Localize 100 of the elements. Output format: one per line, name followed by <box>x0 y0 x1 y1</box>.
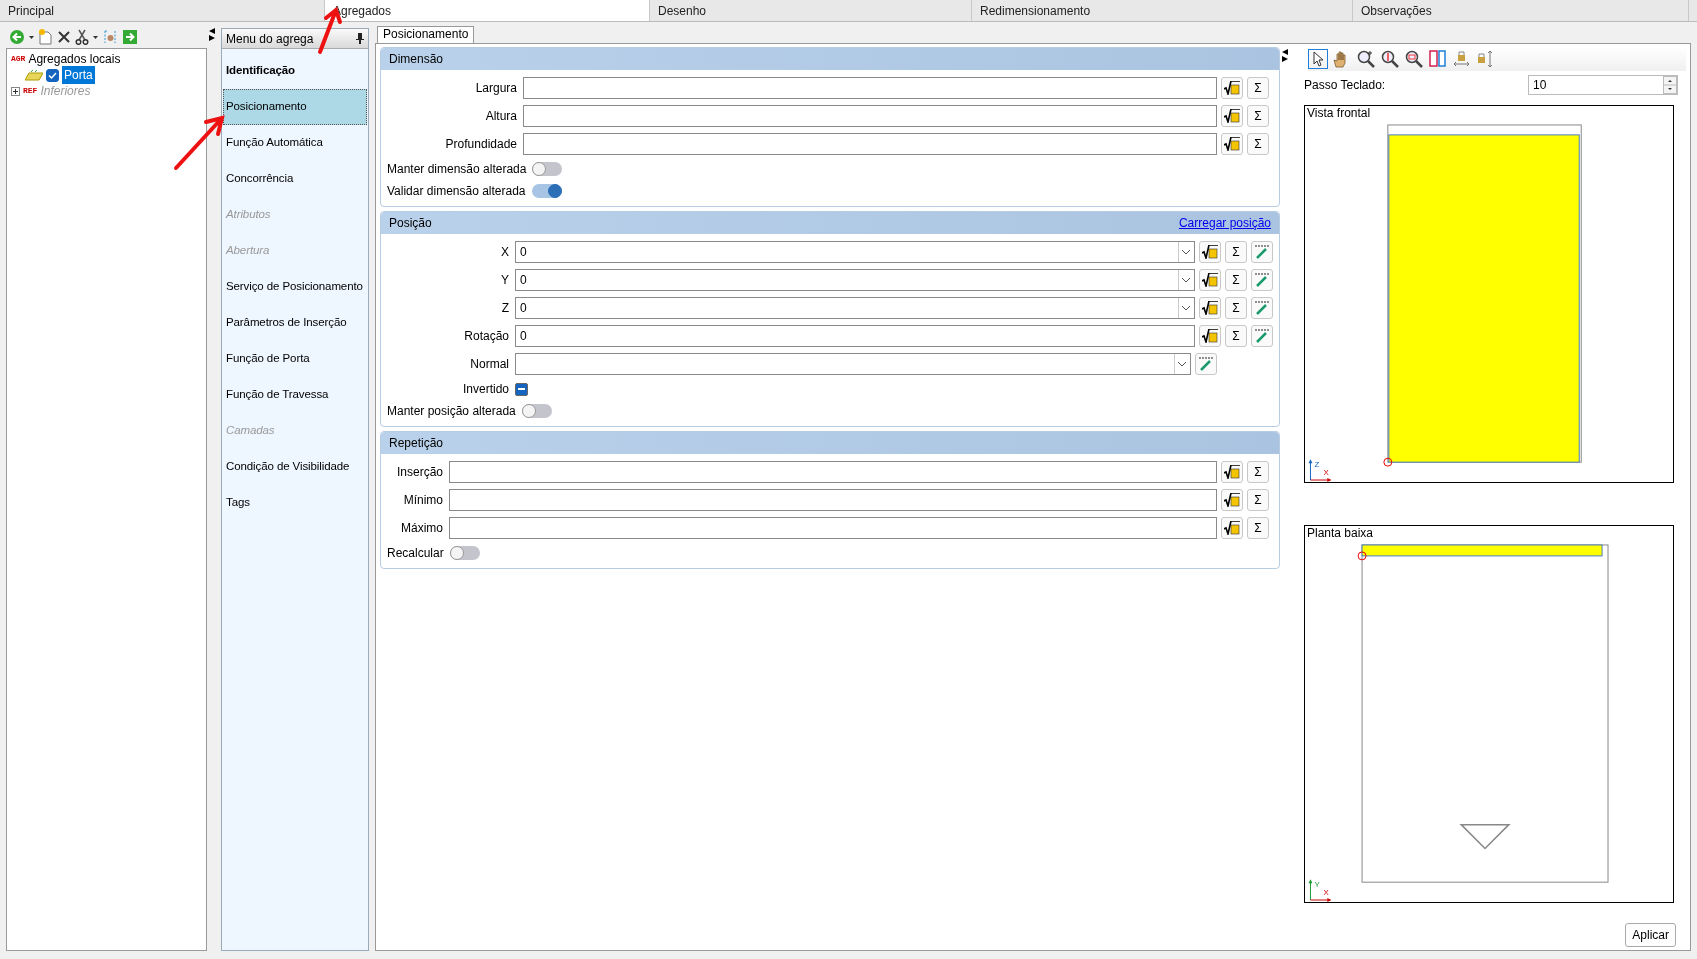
formula-button[interactable] <box>1199 325 1221 347</box>
input-field[interactable] <box>449 461 1217 483</box>
sum-button[interactable]: Σ <box>1247 461 1269 483</box>
toggle-switch[interactable] <box>531 184 562 198</box>
field-label: Rotação <box>463 328 509 345</box>
pick-point-button[interactable] <box>1251 241 1273 263</box>
field-label: Invertido <box>461 381 509 398</box>
expand-icon[interactable] <box>11 86 20 96</box>
dropdown-field[interactable] <box>515 353 1191 375</box>
formula-button[interactable] <box>1199 297 1221 319</box>
checkbox[interactable] <box>515 382 528 396</box>
sum-button[interactable]: Σ <box>1247 105 1269 127</box>
tag-label: REF <box>23 85 38 97</box>
pick-point-button[interactable] <box>1195 353 1217 375</box>
toggle-switch[interactable] <box>521 404 552 418</box>
checkbox[interactable] <box>46 68 59 82</box>
view-title: Vista frontal <box>1306 106 1372 121</box>
formula-button[interactable] <box>1221 133 1243 155</box>
pick-point-button[interactable] <box>1251 325 1273 347</box>
tab[interactable]: Observações <box>1353 0 1689 21</box>
field-label: Passo Teclado: <box>1304 77 1386 94</box>
pick-point-button[interactable] <box>1251 297 1273 319</box>
axis-indicator <box>1308 459 1332 482</box>
collapse-arrows-icon[interactable] <box>207 28 217 41</box>
section-title: Repetição <box>389 435 444 452</box>
sum-button[interactable]: Σ <box>1225 241 1247 263</box>
door-icon[interactable] <box>1428 49 1448 69</box>
sum-button[interactable]: Σ <box>1247 133 1269 155</box>
menu-item[interactable]: Tags <box>223 485 367 521</box>
toggle-switch[interactable] <box>532 162 563 176</box>
menu-item[interactable]: Condição de Visibilidade <box>223 449 367 485</box>
origin-marker <box>1357 551 1367 561</box>
tab[interactable]: Posicionamento <box>377 26 475 43</box>
pin-icon[interactable] <box>356 33 364 44</box>
axis-indicator <box>1308 879 1332 902</box>
sum-button[interactable]: Σ <box>1247 77 1269 99</box>
folder-icon <box>25 69 43 81</box>
number-spinner[interactable]: 10 <box>1528 75 1678 95</box>
zoom-window-icon[interactable] <box>1404 49 1424 69</box>
field-label: Normal <box>469 356 509 373</box>
collapse-arrows-icon[interactable] <box>1280 49 1290 62</box>
caret-icon[interactable] <box>93 35 98 39</box>
input-field[interactable] <box>523 77 1217 99</box>
tab[interactable]: Redimensionamento <box>972 0 1353 21</box>
formula-button[interactable] <box>1199 241 1221 263</box>
formula-button[interactable] <box>1221 105 1243 127</box>
zoom-in-icon[interactable] <box>1356 49 1376 69</box>
sum-button[interactable]: Σ <box>1225 297 1247 319</box>
spin-arrows-icon[interactable] <box>1663 76 1677 94</box>
input-field[interactable]: 0 <box>515 325 1195 347</box>
menu-item[interactable]: Identificação <box>223 53 367 89</box>
menu-item[interactable]: Função de Travessa <box>223 377 367 413</box>
exit-icon[interactable] <box>122 29 138 45</box>
sum-button[interactable]: Σ <box>1247 517 1269 539</box>
field-label: Validar dimensão alterada <box>387 183 526 200</box>
menu-item: Atributos <box>224 207 272 223</box>
menu-item[interactable]: Função de Porta <box>223 341 367 377</box>
field-label: Manter posição alterada <box>387 403 516 420</box>
toggle-switch[interactable] <box>449 546 480 560</box>
delete-icon[interactable] <box>57 30 71 44</box>
menu-item[interactable]: Função Automática <box>223 125 367 161</box>
apply-button[interactable]: Aplicar <box>1625 923 1676 947</box>
tree-item[interactable]: Agregados locais <box>28 50 121 68</box>
tag-label: AGR <box>11 53 26 65</box>
dropdown-field[interactable]: 0 <box>515 297 1195 319</box>
field-label: X <box>500 244 509 261</box>
sum-button[interactable]: Σ <box>1247 489 1269 511</box>
input-field[interactable] <box>523 105 1217 127</box>
pick-point-button[interactable] <box>1251 269 1273 291</box>
pointer-icon[interactable] <box>1308 49 1328 69</box>
zoom-extents-icon[interactable] <box>1380 49 1400 69</box>
field-label: Largura <box>474 80 517 97</box>
cut-icon[interactable] <box>75 29 89 45</box>
field-label: Recalcular <box>387 545 444 562</box>
formula-button[interactable] <box>1221 517 1243 539</box>
axis-label: Z <box>1314 460 1320 470</box>
formula-button[interactable] <box>1199 269 1221 291</box>
field-label: Z <box>500 300 509 317</box>
formula-button[interactable] <box>1221 489 1243 511</box>
sum-button[interactable]: Σ <box>1225 325 1247 347</box>
axis-label: X <box>1323 888 1329 898</box>
dropdown-field[interactable]: 0 <box>515 241 1195 263</box>
input-field[interactable] <box>523 133 1217 155</box>
field-label: Mínimo <box>402 492 443 509</box>
load-position-link[interactable]: Carregar posição <box>1178 214 1271 232</box>
sum-button[interactable]: Σ <box>1225 269 1247 291</box>
caret-icon[interactable] <box>29 35 34 39</box>
tab[interactable]: Desenho <box>650 0 972 21</box>
section-title: Posição <box>389 215 432 232</box>
menu-item[interactable]: Parâmetros de Inserção <box>223 305 367 341</box>
menu-item[interactable]: Concorrência <box>223 161 367 197</box>
menu-item[interactable]: Serviço de Posicionamento <box>223 269 367 305</box>
input-field[interactable] <box>449 517 1217 539</box>
formula-button[interactable] <box>1221 461 1243 483</box>
tree-item[interactable]: Porta <box>62 66 95 84</box>
axis-label: X <box>1323 468 1329 478</box>
formula-button[interactable] <box>1221 77 1243 99</box>
menu-item[interactable]: Posicionamento <box>223 89 367 125</box>
dropdown-field[interactable]: 0 <box>515 269 1195 291</box>
input-field[interactable] <box>449 489 1217 511</box>
